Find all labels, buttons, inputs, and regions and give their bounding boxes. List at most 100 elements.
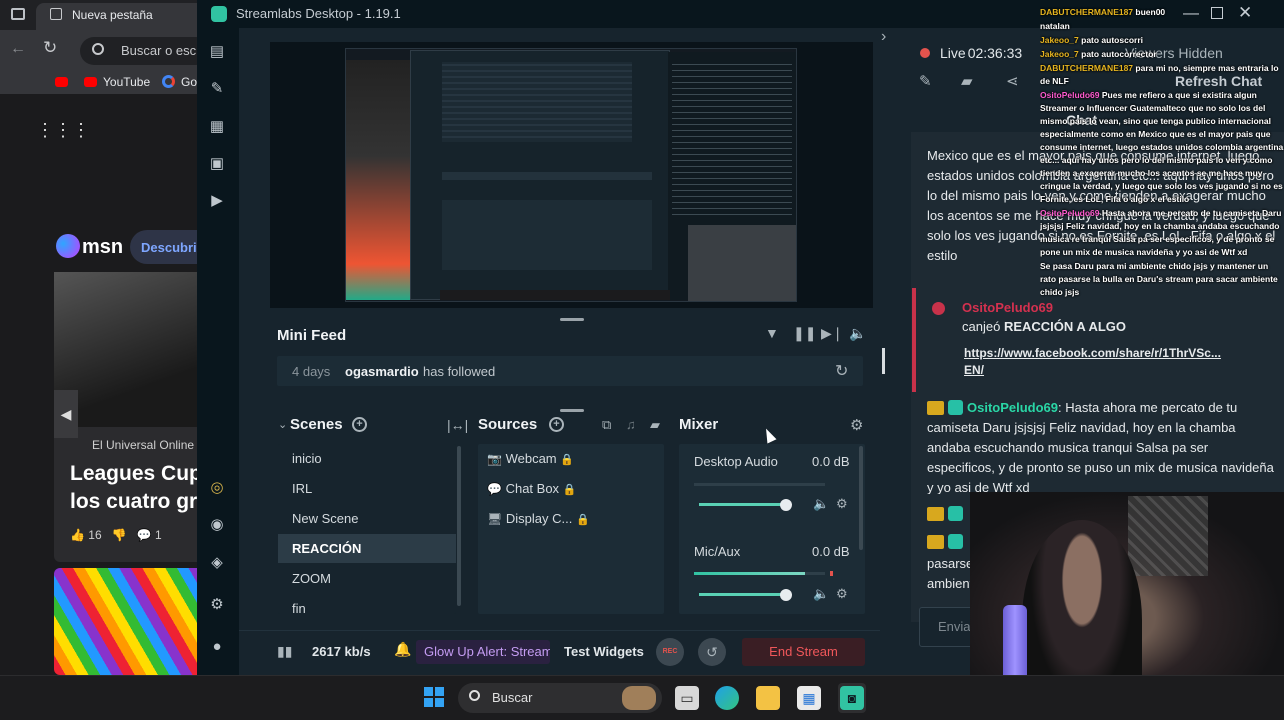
comment-icon[interactable]: 💬 bbox=[137, 528, 152, 542]
scene-item[interactable]: IRL bbox=[278, 474, 456, 503]
layout-icon[interactable]: ▣ bbox=[208, 155, 226, 173]
ultra-icon[interactable]: ◎ bbox=[208, 479, 226, 497]
scene-item[interactable]: ZOOM bbox=[278, 564, 456, 593]
record-button[interactable]: REC bbox=[656, 638, 684, 666]
camera-icon: 📷 bbox=[487, 452, 502, 466]
volume-slider[interactable] bbox=[699, 593, 787, 596]
source-item[interactable]: 💬 Chat Box 🔒 bbox=[487, 481, 576, 496]
scenes-scrollbar[interactable] bbox=[457, 446, 461, 606]
alert-bell-icon[interactable]: 🔔 bbox=[394, 641, 411, 658]
store-icon[interactable]: ▦ bbox=[797, 686, 821, 710]
taskbar-search-label: Buscar bbox=[492, 690, 533, 705]
overlay-chat-text: natalan bbox=[1040, 21, 1070, 31]
lock-icon[interactable]: 🔒 bbox=[560, 454, 574, 466]
end-stream-button[interactable]: End Stream bbox=[742, 638, 865, 666]
like-icon[interactable]: 👍 bbox=[70, 528, 85, 542]
news-headline[interactable]: Leagues Cup los cuatro gr bbox=[70, 460, 210, 516]
mixer-settings-icon[interactable]: ⚙ bbox=[850, 416, 863, 434]
scene-item[interactable]: fin bbox=[278, 594, 456, 623]
dashboard-icon[interactable]: ◉ bbox=[208, 516, 226, 534]
add-source-icon[interactable]: + bbox=[549, 417, 564, 432]
scene-item[interactable]: New Scene bbox=[278, 504, 456, 533]
streamlabs-taskbar-icon[interactable]: ◙ bbox=[840, 686, 864, 710]
themes-icon[interactable]: ✎ bbox=[208, 80, 226, 98]
play-icon[interactable]: ▶ bbox=[208, 192, 226, 210]
overlay-chat-line: DABUTCHERMANE187 para mi no, siempre mas… bbox=[1040, 62, 1284, 88]
preview-nested-chat-lines bbox=[672, 60, 792, 220]
monitor-icon: 🖥 bbox=[487, 512, 503, 526]
volume-icon[interactable]: 🔈 bbox=[849, 325, 866, 342]
group-icon[interactable]: ⧉ bbox=[602, 417, 611, 433]
bitrate: 2617 kb/s bbox=[312, 644, 371, 659]
windows-start-icon[interactable] bbox=[424, 687, 444, 707]
lock-icon[interactable]: 🔒 bbox=[576, 514, 590, 526]
crown-badge-icon bbox=[927, 535, 944, 549]
source-item[interactable]: 📷 Webcam 🔒 bbox=[487, 451, 574, 466]
feed-time: 4 days bbox=[292, 364, 331, 379]
editor-icon[interactable]: ▤ bbox=[208, 43, 226, 61]
add-scene-icon[interactable]: + bbox=[352, 417, 367, 432]
overlay-chat-line: OsitoPeludo69 Hasta ahora me percato de … bbox=[1040, 207, 1284, 259]
skip-icon[interactable]: ▶❘ bbox=[821, 325, 844, 342]
browser-tab-title: Nueva pestaña bbox=[72, 8, 153, 22]
channel-db: 0.0 dB bbox=[812, 454, 850, 469]
folder-icon[interactable]: ▰ bbox=[650, 417, 660, 433]
apps-icon[interactable]: ◈ bbox=[208, 554, 226, 572]
volume-slider[interactable] bbox=[699, 503, 787, 506]
channel-settings-icon[interactable]: ⚙ bbox=[836, 496, 848, 512]
feed-replay-icon[interactable]: ↻ bbox=[835, 361, 848, 381]
channel-settings-icon[interactable]: ⚙ bbox=[836, 586, 848, 602]
chevron-down-icon[interactable]: ⌄ bbox=[278, 418, 287, 431]
news-card-image[interactable] bbox=[54, 568, 210, 675]
carousel-prev-icon[interactable]: ◀ bbox=[54, 390, 78, 438]
camera-icon[interactable]: ▰ bbox=[961, 72, 973, 90]
window-title: Streamlabs Desktop - 1.19.1 bbox=[236, 6, 401, 21]
resize-handle[interactable] bbox=[560, 409, 584, 412]
back-icon[interactable]: ← bbox=[10, 40, 26, 58]
mixer-scrollbar[interactable] bbox=[859, 446, 863, 550]
channel-db: 0.0 dB bbox=[812, 544, 850, 559]
filter-icon[interactable]: ▼ bbox=[765, 325, 779, 341]
resize-handle[interactable] bbox=[560, 318, 584, 321]
test-widgets-button[interactable]: Test Widgets bbox=[564, 644, 644, 659]
sources-list bbox=[478, 444, 664, 614]
tab-actions-icon[interactable] bbox=[11, 8, 25, 20]
news-source: El Universal Online · bbox=[92, 438, 202, 452]
store-icon[interactable]: ▦ bbox=[208, 118, 226, 136]
source-name: Webcam bbox=[505, 451, 557, 466]
source-item[interactable]: 🖥 Display C... 🔒 bbox=[487, 511, 590, 526]
edge-icon[interactable] bbox=[715, 686, 739, 710]
bookmark-youtube[interactable]: YouTube bbox=[103, 75, 150, 89]
reload-icon[interactable]: ↻ bbox=[43, 38, 57, 58]
feed-user: ogasmardio bbox=[345, 364, 419, 379]
feed-scrollbar[interactable] bbox=[882, 348, 885, 374]
performance-icon[interactable]: ▮▮ bbox=[277, 643, 292, 660]
file-explorer-icon[interactable]: ▭ bbox=[675, 686, 699, 710]
settings-icon[interactable]: ⚙ bbox=[208, 596, 226, 614]
replay-buffer-icon[interactable]: ↺ bbox=[698, 638, 726, 666]
transition-icon[interactable]: |↔| bbox=[447, 417, 468, 433]
folder-icon[interactable] bbox=[756, 686, 780, 710]
speaker-icon[interactable]: 🔈 bbox=[813, 586, 829, 602]
speaker-icon[interactable]: 🔈 bbox=[813, 496, 829, 512]
panel-toggle-icon[interactable]: › bbox=[881, 28, 886, 46]
lock-icon[interactable]: 🔒 bbox=[563, 484, 577, 496]
pause-icon[interactable]: ❚❚ bbox=[793, 325, 816, 342]
apps-grid-icon[interactable]: ⋮⋮⋮ bbox=[36, 120, 90, 141]
scenes-title: Scenes bbox=[290, 416, 343, 433]
profile-icon[interactable]: ● bbox=[208, 638, 226, 656]
preview-nested-panels bbox=[442, 200, 652, 270]
webcam-background bbox=[1128, 496, 1208, 576]
scene-item-active[interactable]: REACCIÓN bbox=[278, 534, 456, 563]
mini-feed-title: Mini Feed bbox=[277, 327, 347, 344]
msn-wordmark: msn bbox=[82, 236, 124, 258]
share-icon[interactable]: ⋖ bbox=[1006, 72, 1019, 90]
audio-filter-icon[interactable]: ♫ bbox=[626, 417, 636, 432]
scene-item[interactable]: inicio bbox=[278, 444, 456, 473]
edit-icon[interactable]: ✎ bbox=[919, 72, 932, 90]
glow-up-alert[interactable]: Glow Up Alert: Stream bbox=[416, 640, 550, 664]
dislike-icon[interactable]: 👎 bbox=[112, 528, 127, 542]
redemption-highlight bbox=[912, 288, 916, 392]
bookmark-google[interactable]: Go bbox=[181, 75, 197, 89]
msn-logo bbox=[56, 234, 80, 258]
